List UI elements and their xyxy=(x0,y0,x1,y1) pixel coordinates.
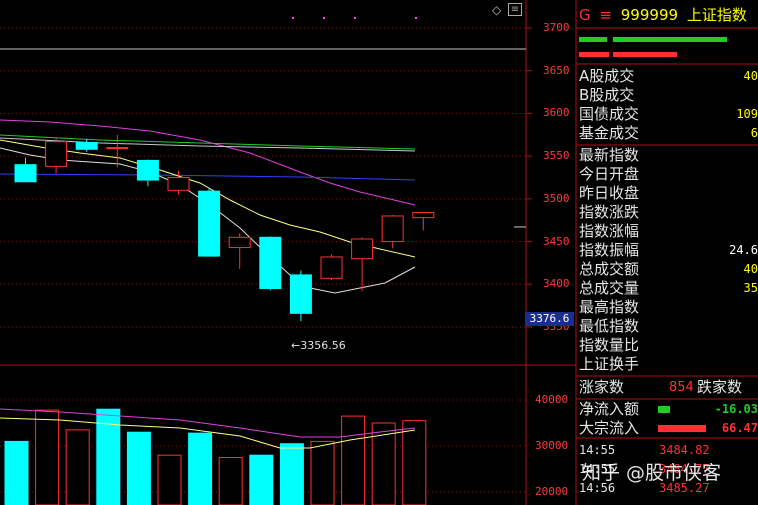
candle-body xyxy=(381,215,404,243)
volume-bar xyxy=(35,409,60,505)
volume-bar xyxy=(4,440,29,505)
flow-value: 66.47 xyxy=(721,421,758,435)
candle-body xyxy=(198,190,221,257)
price-tick-label: 3650 xyxy=(543,63,570,77)
arrow-left-icon: ← xyxy=(291,339,301,352)
red-bar-1 xyxy=(579,52,609,57)
info-label: 今日开盘 xyxy=(579,165,640,183)
volume-bar xyxy=(249,454,274,505)
info-label: 最低指数 xyxy=(579,317,640,335)
info-label: 上证换手 xyxy=(579,355,640,373)
candle-body xyxy=(45,141,68,167)
info-label: 指数振幅 xyxy=(579,241,640,259)
candle-body xyxy=(351,238,374,260)
info-label: 最新指数 xyxy=(579,146,640,164)
diamond-icon[interactable]: ◇ xyxy=(492,3,501,17)
price-tick-label: 3400 xyxy=(543,277,570,291)
breadth-row: 涨家数 854 跌家数 xyxy=(579,378,758,397)
info-label: 总成交量 xyxy=(579,279,640,297)
info-label: 基金成交 xyxy=(579,124,640,142)
info-value: 6 xyxy=(750,126,758,140)
marker-dot xyxy=(323,17,325,19)
marker-dot xyxy=(415,17,417,19)
flow-label: 净流入额 xyxy=(579,400,640,418)
up-count-label: 涨家数 xyxy=(579,378,625,396)
candle-body xyxy=(228,236,251,249)
flow-bar xyxy=(658,425,706,432)
candlestick-chart[interactable] xyxy=(0,0,758,505)
volume-bar xyxy=(310,440,335,505)
price-tick-label: 3500 xyxy=(543,191,570,205)
current-price-tag: 3376.6 xyxy=(525,312,574,326)
volume-bar xyxy=(188,432,213,505)
marker-dot xyxy=(354,17,356,19)
volume-bar xyxy=(126,431,151,505)
info-label: A股成交 xyxy=(579,67,635,85)
volume-bar xyxy=(65,429,90,505)
flow-label: 大宗流入 xyxy=(579,419,640,437)
code-prefix: G xyxy=(579,6,591,24)
stock-chart-window: ◇ ≡ 3700 3650 3600 3550 3500 3450 3400 3350 400… xyxy=(0,0,758,505)
red-bar-2 xyxy=(613,52,677,57)
volume-tick-label: 40000 xyxy=(535,393,569,406)
volume-bar xyxy=(218,457,243,505)
info-value: 109 xyxy=(736,107,758,121)
ma-blue-line xyxy=(0,173,416,181)
info-label: 最高指数 xyxy=(579,298,640,316)
candle-body xyxy=(14,164,37,183)
quote-header: G ≡ 999999 上证指数 xyxy=(579,4,747,25)
info-value: 35 xyxy=(743,281,758,295)
tick-time: 14:55 xyxy=(579,443,616,457)
price-tick-label: 3700 xyxy=(543,21,570,34)
flow-value: -16.03 xyxy=(714,402,758,416)
chart-settings-button[interactable]: ≡ xyxy=(508,3,522,16)
info-value: 40 xyxy=(743,69,758,83)
info-value: 24.6 xyxy=(729,243,758,257)
tick-price: 3484.82 xyxy=(659,443,710,457)
volume-bar xyxy=(341,415,366,505)
info-label: 国债成交 xyxy=(579,105,640,123)
candle-body xyxy=(259,236,282,290)
candle-body xyxy=(106,147,129,150)
info-value: 40 xyxy=(743,262,758,276)
volume-tick-label: 30000 xyxy=(535,439,569,452)
marker-dot xyxy=(292,17,294,19)
up-count-value: 854 xyxy=(669,380,694,395)
down-count-label: 跌家数 xyxy=(697,378,743,396)
volume-bar xyxy=(402,420,427,505)
price-tick-label: 3600 xyxy=(543,106,570,120)
info-label: 指数涨跌 xyxy=(579,203,640,221)
volume-bar xyxy=(157,454,182,505)
info-label: 指数量比 xyxy=(579,336,640,354)
low-price-annotation: ←3356.56 xyxy=(291,339,346,352)
price-tick-label: 3450 xyxy=(543,234,570,248)
green-bar-1 xyxy=(579,37,607,42)
watermark: 知乎 @股市侠客 xyxy=(582,462,722,484)
volume-bar xyxy=(279,443,304,505)
flow-bar xyxy=(658,406,670,413)
price-tick-label: 3550 xyxy=(543,149,570,163)
info-label: B股成交 xyxy=(579,86,635,104)
stock-code: 999999 xyxy=(620,6,679,24)
info-label: 指数涨幅 xyxy=(579,222,640,240)
info-label: 昨日收盘 xyxy=(579,184,640,202)
menu-icon[interactable]: ≡ xyxy=(599,6,612,24)
candle-body xyxy=(75,141,98,150)
volume-tick-label: 20000 xyxy=(535,485,569,498)
candle-body xyxy=(320,256,343,279)
candle-body xyxy=(289,274,312,314)
info-label: 总成交额 xyxy=(579,260,640,278)
candle-body xyxy=(136,159,159,181)
candle-body xyxy=(167,177,190,191)
candle-body xyxy=(412,212,435,219)
stock-name: 上证指数 xyxy=(686,6,747,24)
green-bar-2 xyxy=(613,37,727,42)
